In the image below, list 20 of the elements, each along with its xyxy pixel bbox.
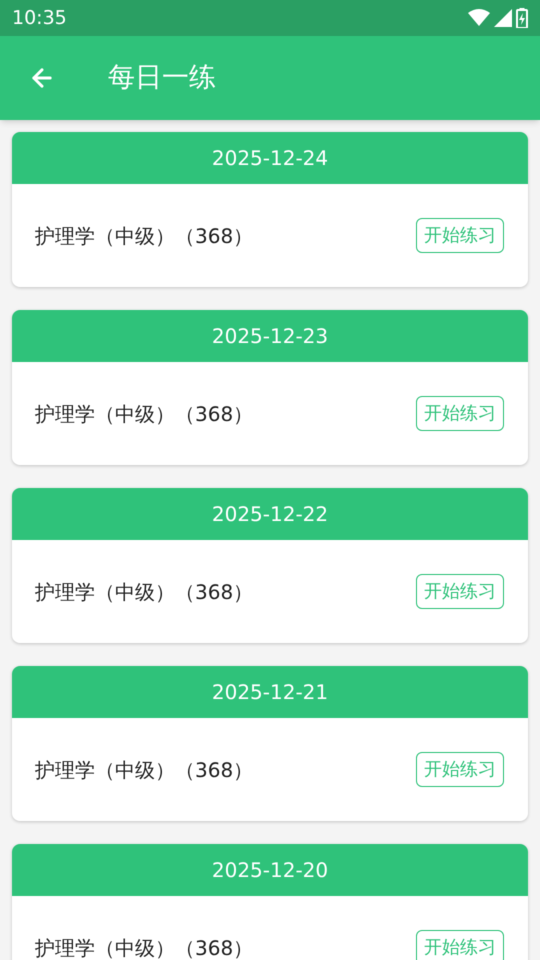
subject-label: 护理学（中级）（368）: [35, 934, 254, 960]
subject-label: 护理学（中级）（368）: [35, 400, 254, 428]
card-date: 2025-12-20: [212, 857, 328, 884]
subject-label: 护理学（中级）（368）: [35, 222, 254, 250]
start-practice-button[interactable]: 开始练习: [416, 396, 504, 431]
subject-label: 护理学（中级）（368）: [35, 578, 254, 606]
card-date: 2025-12-24: [212, 145, 328, 172]
wifi-icon: [468, 9, 490, 27]
card-date: 2025-12-23: [212, 323, 328, 350]
start-practice-button[interactable]: 开始练习: [416, 752, 504, 787]
card-date: 2025-12-22: [212, 501, 328, 528]
signal-icon: [494, 9, 512, 27]
subject-label: 护理学（中级）（368）: [35, 756, 254, 784]
start-practice-button[interactable]: 开始练习: [416, 218, 504, 253]
battery-icon: [516, 8, 528, 28]
status-time: 10:35: [12, 6, 67, 31]
card-date: 2025-12-21: [212, 679, 328, 706]
page-title: 每日一练: [108, 60, 216, 95]
start-practice-button[interactable]: 开始练习: [416, 574, 504, 609]
start-practice-button[interactable]: 开始练习: [416, 930, 504, 960]
